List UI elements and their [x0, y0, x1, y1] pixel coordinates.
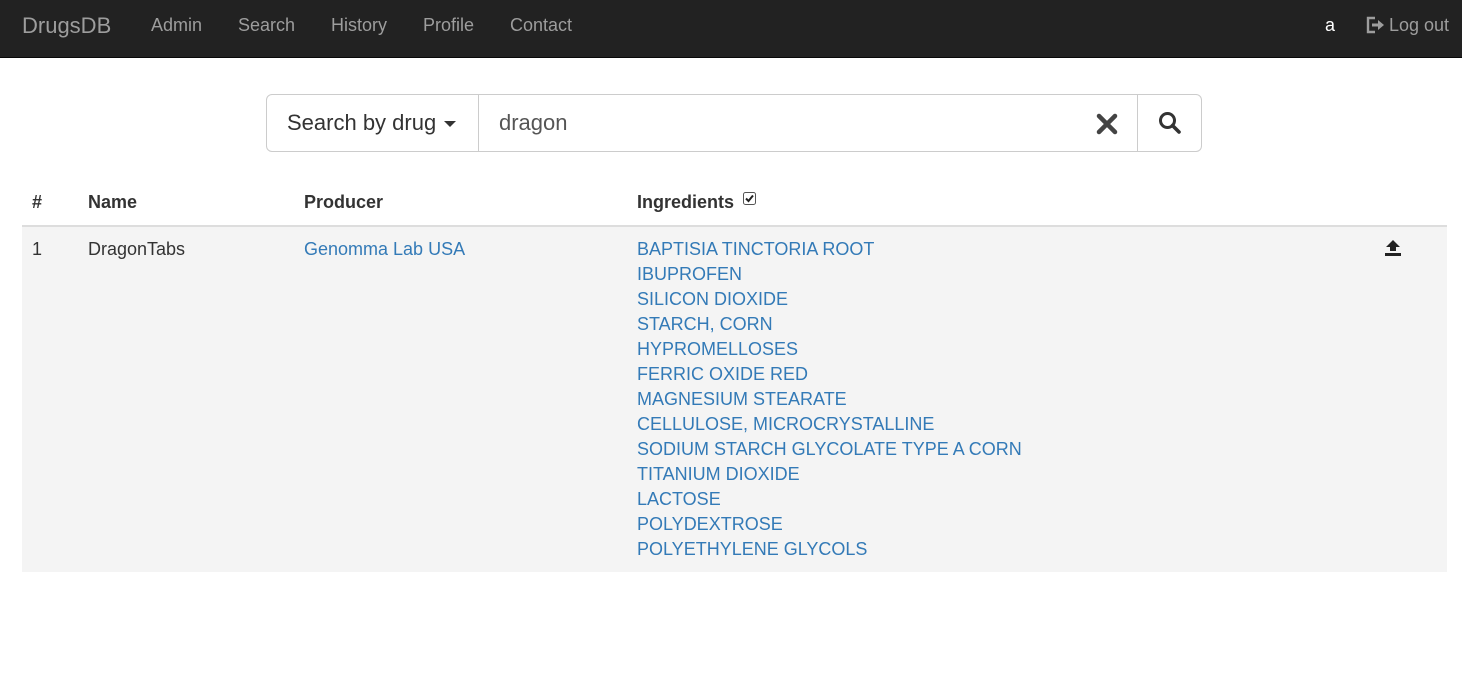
search-icon	[1158, 112, 1181, 134]
ingredient-link[interactable]: IBUPROFEN	[637, 262, 1022, 287]
search-bar: Search by drug	[266, 94, 1202, 152]
header-name: Name	[88, 192, 138, 212]
search-mode-dropdown[interactable]: Search by drug	[266, 94, 479, 152]
ingredient-link[interactable]: CELLULOSE, MICROCRYSTALLINE	[637, 412, 1022, 437]
header-producer: Producer	[304, 192, 384, 212]
table-row: 1 DragonTabs Genomma Lab USA BAPTISIA TI…	[22, 227, 1447, 572]
nav-contact[interactable]: Contact	[510, 15, 572, 35]
nav-search[interactable]: Search	[238, 15, 295, 35]
ingredient-link[interactable]: HYPROMELLOSES	[637, 337, 1022, 362]
brand-link[interactable]: DrugsDB	[22, 13, 111, 39]
ingredient-link[interactable]: SODIUM STARCH GLYCOLATE TYPE A CORN	[637, 437, 1022, 462]
clear-icon[interactable]	[1096, 113, 1118, 135]
nav-username[interactable]: a	[1325, 15, 1335, 35]
row-ingredients: BAPTISIA TINCTORIA ROOT IBUPROFEN SILICO…	[637, 237, 1022, 562]
logout-link[interactable]: Log out	[1366, 15, 1449, 35]
logout-icon	[1366, 16, 1384, 34]
search-input-wrap	[478, 94, 1138, 152]
ingredient-link[interactable]: STARCH, CORN	[637, 312, 1022, 337]
ingredient-link[interactable]: MAGNESIUM STEARATE	[637, 387, 1022, 412]
ingredient-link[interactable]: POLYETHYLENE GLYCOLS	[637, 537, 1022, 562]
nav-history[interactable]: History	[331, 15, 387, 35]
ingredient-link[interactable]: BAPTISIA TINCTORIA ROOT	[637, 237, 1022, 262]
ingredient-link[interactable]: POLYDEXTROSE	[637, 512, 1022, 537]
header-ingredients-label: Ingredients	[637, 192, 735, 212]
table-header: # Name Producer Ingredients	[22, 178, 1447, 227]
navbar: DrugsDB Admin Search History Profile Con…	[0, 0, 1462, 58]
logout-label: Log out	[1389, 15, 1450, 35]
search-input[interactable]	[478, 94, 1138, 152]
caret-down-icon	[444, 121, 457, 127]
search-button[interactable]	[1138, 94, 1202, 152]
search-mode-label: Search by drug	[287, 110, 437, 135]
checkbox-icon[interactable]	[743, 192, 757, 205]
results-table: # Name Producer Ingredients 1 DragonTabs…	[22, 178, 1447, 572]
ingredient-link[interactable]: TITANIUM DIOXIDE	[637, 462, 1022, 487]
header-ingredients: Ingredients	[637, 192, 757, 212]
ingredient-link[interactable]: FERRIC OXIDE RED	[637, 362, 1022, 387]
ingredient-link[interactable]: LACTOSE	[637, 487, 1022, 512]
row-drug-name: DragonTabs	[88, 239, 186, 259]
nav-profile[interactable]: Profile	[423, 15, 474, 35]
row-producer-link[interactable]: Genomma Lab USA	[304, 237, 465, 262]
row-index: 1	[32, 239, 43, 259]
nav-admin[interactable]: Admin	[151, 15, 202, 35]
ingredient-link[interactable]: SILICON DIOXIDE	[637, 287, 1022, 312]
ingredients-list: BAPTISIA TINCTORIA ROOT IBUPROFEN SILICO…	[637, 237, 1022, 562]
header-index: #	[32, 192, 43, 212]
upload-icon[interactable]	[1384, 239, 1402, 257]
